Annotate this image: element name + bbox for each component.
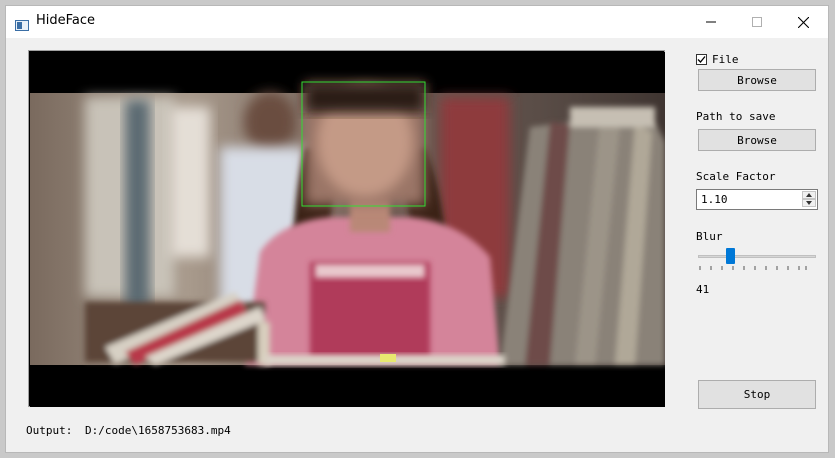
slider-groove <box>698 255 816 258</box>
blur-label: Blur <box>696 230 723 243</box>
stop-button[interactable]: Stop <box>698 380 816 409</box>
file-browse-button[interactable]: Browse <box>698 69 816 91</box>
maximize-icon <box>752 17 762 27</box>
file-checkbox[interactable] <box>696 53 707 65</box>
maximize-button[interactable] <box>734 6 780 38</box>
file-checkbox-label: File <box>712 52 739 66</box>
scale-factor-value[interactable]: 1.10 <box>701 193 728 206</box>
scale-factor-spinbox[interactable]: 1.10 <box>696 189 818 210</box>
path-to-save-label: Path to save <box>696 110 776 123</box>
blur-slider[interactable] <box>696 246 818 272</box>
scale-factor-label: Scale Factor <box>696 170 776 183</box>
spin-down-arrow-icon[interactable] <box>802 199 816 207</box>
close-button[interactable] <box>780 6 826 38</box>
slider-ticks <box>699 266 807 270</box>
main-window: HideFace Output: D:/code\1658753683.mp4 … <box>5 5 829 453</box>
file-checkbox-row[interactable]: File <box>696 51 739 67</box>
blur-value: 41 <box>696 283 710 296</box>
save-browse-button[interactable]: Browse <box>698 129 816 151</box>
minimize-button[interactable] <box>688 6 734 38</box>
minimize-icon <box>706 21 716 23</box>
title-bar: HideFace <box>6 6 828 38</box>
output-path: D:/code\1658753683.mp4 <box>85 424 231 437</box>
slider-handle[interactable] <box>726 248 735 264</box>
window-title: HideFace <box>36 13 96 28</box>
spin-up-arrow-icon[interactable] <box>802 191 816 199</box>
output-label: Output: <box>26 424 73 437</box>
video-preview <box>28 50 665 407</box>
app-icon <box>15 16 29 31</box>
close-icon <box>797 16 809 28</box>
checkmark-icon <box>697 55 706 63</box>
